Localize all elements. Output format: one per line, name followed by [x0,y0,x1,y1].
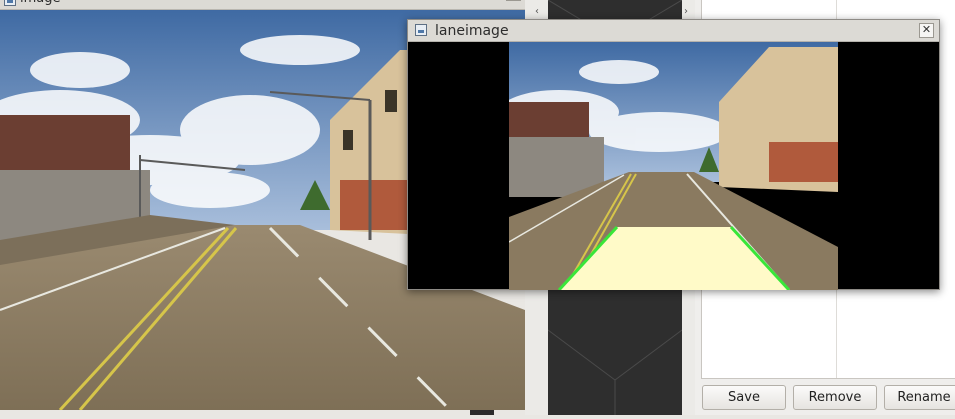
image-window-title: image [20,0,61,6]
laneimage-window-title: laneimage [435,23,509,39]
window-icon [4,0,16,6]
image-window-titlebar[interactable]: image ✕ [0,0,525,10]
rename-button[interactable]: Rename [884,385,955,410]
window-icon [415,24,427,36]
scroll-right-arrow-icon[interactable]: › [684,6,688,17]
laneimage-window-titlebar[interactable]: laneimage ✕ [408,20,939,42]
save-button[interactable]: Save [702,385,786,410]
close-icon[interactable]: ✕ [919,23,934,38]
laneimage-window: laneimage ✕ [407,19,940,290]
status-indicator [470,410,494,415]
scroll-left-arrow-icon[interactable]: ‹ [535,6,539,17]
remove-button[interactable]: Remove [793,385,877,410]
close-icon[interactable]: ✕ [506,0,521,1]
house-brick-base [340,180,410,230]
lane-detection-image [509,42,838,290]
